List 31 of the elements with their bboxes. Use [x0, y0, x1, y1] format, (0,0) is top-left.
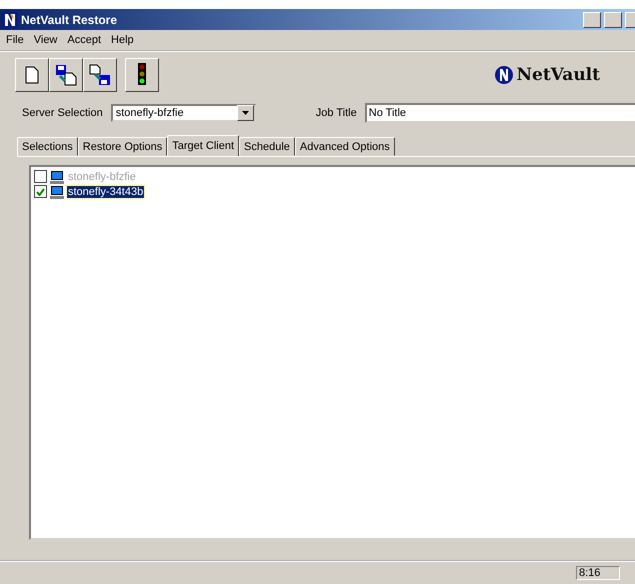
menu-item[interactable]: View — [34, 34, 58, 46]
tab[interactable]: Restore Options — [78, 137, 168, 156]
new-document-button[interactable] — [15, 58, 49, 92]
menu-item[interactable]: File — [6, 34, 24, 46]
client-name[interactable]: stonefly-34t43b — [67, 186, 144, 198]
tab[interactable]: Selections — [17, 137, 78, 156]
logo-text: NetVault — [516, 65, 600, 85]
caret-icon — [242, 111, 249, 115]
checkbox[interactable] — [34, 185, 47, 198]
menu-item[interactable]: Accept — [67, 34, 102, 46]
traffic-light-icon — [136, 63, 148, 87]
logo-icon — [494, 65, 514, 85]
job-title-field[interactable]: No Title — [364, 103, 635, 123]
app-logo-icon — [2, 12, 18, 28]
menu-item[interactable]: Help — [111, 34, 134, 46]
computer-icon — [49, 170, 65, 184]
traffic-light-button[interactable] — [125, 58, 159, 92]
field-label: Job Title — [316, 107, 357, 119]
server-dropdown[interactable]: stonefly-bfzfie — [110, 104, 256, 122]
computer-icon — [49, 184, 65, 198]
document-icon — [25, 66, 39, 84]
document-to-disk-icon — [89, 64, 111, 86]
disk-to-document-icon — [55, 64, 77, 86]
window-title: NetVault Restore — [21, 12, 118, 26]
load-button[interactable] — [49, 58, 83, 92]
field-label: Server Selection — [22, 107, 103, 119]
tab[interactable]: Advanced Options — [294, 137, 395, 156]
save-button[interactable] — [83, 58, 117, 92]
status-time: 8:16 — [576, 566, 620, 580]
tab[interactable]: Schedule — [239, 137, 295, 156]
tab[interactable]: Target Client — [167, 135, 240, 157]
